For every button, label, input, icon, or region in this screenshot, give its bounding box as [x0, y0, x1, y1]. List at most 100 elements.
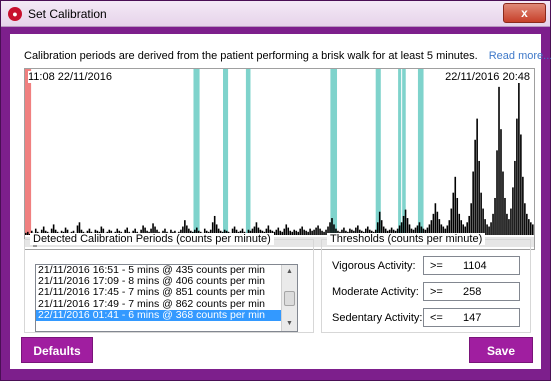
calibration-period-band [223, 69, 229, 235]
moderate-value: 258 [463, 286, 482, 298]
activity-bar [502, 171, 504, 235]
activity-bar [522, 176, 524, 235]
sedentary-threshold-field[interactable]: <= 147 [423, 308, 520, 327]
activity-bar [514, 160, 516, 235]
activity-bar [293, 229, 296, 235]
activity-bar [319, 228, 321, 235]
activity-bar [281, 231, 284, 235]
activity-bar [277, 227, 280, 235]
activity-bar [436, 211, 439, 235]
title-bar[interactable]: ● Set Calibration x [1, 1, 550, 27]
save-button[interactable]: Save [469, 337, 533, 363]
activity-bar [309, 228, 311, 235]
activity-bar [315, 227, 317, 235]
activity-bar [482, 208, 484, 235]
activity-bar [313, 229, 315, 235]
activity-bar [321, 230, 323, 235]
activity-bar [458, 213, 461, 235]
close-button[interactable]: x [503, 3, 546, 23]
activity-bar [295, 230, 297, 235]
activity-bar [526, 213, 528, 235]
list-items: 21/11/2016 16:51 - 5 mins @ 435 counts p… [36, 265, 297, 321]
set-calibration-window: ● Set Calibration x Calibration periods … [0, 0, 551, 381]
activity-bar [492, 213, 494, 235]
activity-bar [311, 230, 313, 235]
activity-bar [470, 203, 472, 235]
calibration-period-band [417, 69, 424, 235]
activity-bar [299, 228, 301, 235]
activity-bar [454, 176, 457, 235]
activity-bar [520, 134, 522, 235]
window-title: Set Calibration [28, 7, 107, 21]
moderate-label: Moderate Activity: [332, 286, 419, 298]
calibration-period-band [398, 69, 402, 235]
vigorous-label: Vigorous Activity: [332, 260, 416, 272]
app-logo-icon: ● [8, 7, 22, 21]
scroll-down-arrow-icon[interactable]: ▼ [282, 317, 297, 331]
activity-bar [476, 118, 478, 235]
activity-bar [378, 211, 381, 235]
activity-bar [323, 231, 325, 235]
list-item[interactable]: 22/11/2016 01:41 - 6 mins @ 368 counts p… [36, 309, 297, 321]
activity-bar [512, 187, 514, 235]
activity-bar [506, 213, 508, 235]
activity-bar [301, 226, 303, 235]
activity-bar [494, 197, 496, 235]
activity-bar [285, 224, 288, 235]
activity-bar [490, 222, 492, 235]
activity-bar [496, 150, 498, 235]
calibration-periods-list[interactable]: 21/11/2016 16:51 - 5 mins @ 435 counts p… [35, 264, 298, 332]
activity-bar [279, 230, 282, 235]
defaults-button[interactable]: Defaults [21, 337, 93, 363]
dialog-body: Calibration periods are derived from the… [10, 34, 551, 369]
activity-bar [478, 160, 480, 235]
info-description: Calibration periods are derived from the… [24, 50, 478, 62]
activity-bar [289, 230, 292, 235]
vigorous-operator: >= [430, 260, 443, 272]
activity-bar [450, 208, 453, 235]
activity-bar [472, 171, 474, 235]
activity-bar [488, 226, 490, 235]
activity-bar [434, 203, 437, 235]
read-more-link[interactable]: Read more... [489, 50, 551, 62]
activity-bar [504, 197, 506, 235]
activity-bar [287, 227, 290, 235]
flagged-period-band [25, 69, 32, 235]
scroll-up-arrow-icon[interactable]: ▲ [282, 265, 297, 279]
activity-bar [516, 118, 518, 235]
sedentary-label: Sedentary Activity: [332, 312, 423, 324]
scroll-thumb[interactable] [284, 291, 295, 306]
calibration-period-band [375, 69, 381, 235]
thresholds-heading: Thresholds (counts per minute) [327, 233, 486, 245]
detected-periods-heading: Detected Calibration Periods (counts per… [30, 233, 274, 245]
activity-bar [532, 224, 534, 235]
activity-bar [474, 139, 476, 235]
thresholds-group: Thresholds (counts per minute) Vigorous … [321, 233, 531, 333]
activity-bar [452, 192, 455, 235]
list-item[interactable]: 21/11/2016 17:45 - 7 mins @ 851 counts p… [36, 287, 297, 298]
activity-bar [486, 224, 488, 235]
list-scrollbar[interactable]: ▲ ▼ [281, 265, 297, 331]
sedentary-operator: <= [430, 312, 443, 324]
activity-bar [524, 203, 526, 235]
moderate-operator: >= [430, 286, 443, 298]
activity-bar [307, 231, 309, 235]
info-text: Calibration periods are derived from the… [24, 50, 551, 62]
moderate-threshold-field[interactable]: >= 258 [423, 282, 520, 301]
activity-bar [317, 225, 319, 235]
activity-chart[interactable]: 11:08 22/11/2016 22/11/2016 20:48 [24, 68, 535, 250]
activity-bar [528, 219, 530, 235]
vigorous-value: 1104 [463, 260, 487, 272]
calibration-period-band [193, 69, 200, 235]
activity-bar [275, 229, 278, 235]
calibration-period-band [245, 69, 251, 235]
activity-bar [498, 86, 500, 236]
chart-end-label: 22/11/2016 20:48 [445, 71, 530, 83]
vigorous-threshold-field[interactable]: >= 1104 [423, 256, 520, 275]
activity-bar [456, 197, 459, 235]
activity-bar [508, 219, 510, 235]
sedentary-value: 147 [463, 312, 482, 324]
activity-bar [283, 228, 286, 235]
activity-bar [480, 192, 482, 235]
activity-bar [432, 213, 435, 235]
